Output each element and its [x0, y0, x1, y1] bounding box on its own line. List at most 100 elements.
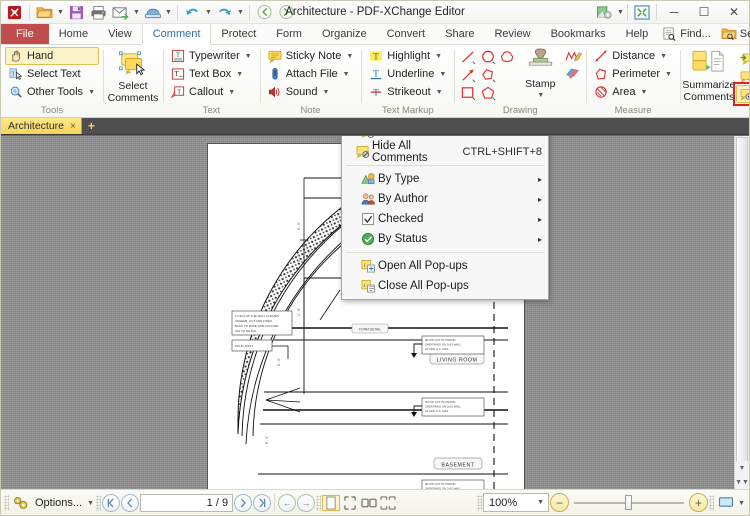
statusbar-grip-3[interactable]: [316, 494, 322, 511]
sticky-note-caret-icon[interactable]: ▼: [346, 53, 353, 60]
tab-review[interactable]: Review: [484, 24, 540, 44]
arrow-tool[interactable]: [458, 66, 478, 84]
rectangle-tool[interactable]: [458, 84, 478, 102]
plugins-dropdown-caret-icon[interactable]: ▼: [616, 2, 625, 22]
tab-form[interactable]: Form: [266, 24, 312, 44]
close-button[interactable]: ✕: [719, 1, 749, 24]
zoom-slider-knob[interactable]: [625, 495, 632, 510]
tab-organize[interactable]: Organize: [312, 24, 377, 44]
find-button[interactable]: Find...: [658, 25, 715, 44]
tab-help[interactable]: Help: [616, 24, 659, 44]
next-page-button[interactable]: [234, 493, 253, 512]
search-button[interactable]: Search...: [717, 25, 750, 44]
zoom-slider[interactable]: [570, 493, 688, 513]
zoom-level-input[interactable]: 100% ▼: [483, 493, 549, 512]
tab-bookmarks[interactable]: Bookmarks: [541, 24, 616, 44]
scroll-down-button[interactable]: ▼: [735, 461, 749, 475]
text-box-button[interactable]: T Text Box ▼: [167, 65, 256, 83]
tab-protect[interactable]: Protect: [211, 24, 266, 44]
show-comments-dropdown-menu[interactable]: ✓ Show All Comments CTRL+8 Hide All Comm…: [341, 136, 549, 300]
redo-icon[interactable]: [214, 2, 235, 22]
layout-two-page-button[interactable]: [360, 495, 378, 511]
minimize-button[interactable]: ─: [659, 1, 689, 24]
statusbar-grip-4[interactable]: [477, 494, 482, 511]
scroll-page-down-button[interactable]: ▼▼: [735, 475, 749, 489]
menu-item-close-all-popups[interactable]: i Close All Pop-ups: [342, 276, 548, 296]
stamp-button[interactable]: Stamp ▼: [517, 47, 563, 101]
next-view-button[interactable]: →: [297, 493, 316, 512]
attach-file-caret-icon[interactable]: ▼: [343, 71, 350, 78]
open-icon[interactable]: [34, 2, 55, 22]
menu-item-by-type[interactable]: By Type ▸: [342, 169, 548, 189]
forward-icon[interactable]: [276, 2, 297, 22]
tab-view[interactable]: View: [98, 24, 142, 44]
statusbar-grip-1[interactable]: [4, 494, 9, 511]
zoom-dropdown-caret-icon[interactable]: ▼: [537, 499, 544, 506]
back-icon[interactable]: [254, 2, 275, 22]
last-page-button[interactable]: [253, 493, 272, 512]
line-tool[interactable]: [458, 48, 478, 66]
vertical-scrollbar[interactable]: ▼ ▼▼: [734, 136, 749, 489]
underline-caret-icon[interactable]: ▼: [439, 71, 446, 78]
email-dropdown-caret-icon[interactable]: ▼: [132, 2, 141, 22]
callout-button[interactable]: T Callout ▼: [167, 83, 256, 101]
typewriter-button[interactable]: T Typewriter ▼: [167, 47, 256, 65]
stamp-caret-icon[interactable]: ▼: [537, 90, 544, 101]
perimeter-button[interactable]: Perimeter ▼: [590, 65, 676, 83]
print-icon[interactable]: [88, 2, 109, 22]
tab-comment[interactable]: Comment: [141, 24, 212, 45]
sound-button[interactable]: Sound ▼: [264, 83, 358, 101]
statusbar-grip-2[interactable]: [96, 494, 102, 511]
typewriter-caret-icon[interactable]: ▼: [245, 53, 252, 60]
fit-page-caret-icon[interactable]: ▼: [737, 493, 746, 513]
menu-item-by-status[interactable]: By Status ▸: [342, 229, 548, 249]
import-comments-button[interactable]: Import: [736, 49, 749, 67]
menu-item-by-author[interactable]: By Author ▸: [342, 189, 548, 209]
strikeout-caret-icon[interactable]: ▼: [436, 89, 443, 96]
previous-page-button[interactable]: [121, 493, 140, 512]
statusbar-grip-5[interactable]: [709, 494, 714, 511]
eraser-tool[interactable]: [564, 66, 582, 79]
scan-icon[interactable]: [142, 2, 163, 22]
first-page-button[interactable]: [102, 493, 121, 512]
cloud-tool[interactable]: [499, 47, 516, 65]
document-tab-architecture[interactable]: Architecture ×: [1, 118, 82, 134]
redo-dropdown-caret-icon[interactable]: ▼: [236, 2, 245, 22]
options-icon[interactable]: [10, 492, 31, 513]
export-comments-button[interactable]: Export: [736, 67, 749, 85]
fullscreen-icon[interactable]: [630, 2, 654, 22]
layout-single-page-button[interactable]: [322, 494, 341, 511]
vertical-scrollbar-thumb[interactable]: [736, 137, 748, 467]
open-dropdown-caret-icon[interactable]: ▼: [56, 2, 65, 22]
zoom-out-button[interactable]: −: [550, 493, 569, 512]
show-comments-button[interactable]: Show ▼: [735, 85, 749, 103]
save-icon[interactable]: [66, 2, 87, 22]
perimeter-caret-icon[interactable]: ▼: [665, 71, 672, 78]
ellipse-tool[interactable]: [478, 48, 498, 66]
tab-convert[interactable]: Convert: [377, 24, 436, 44]
tab-home[interactable]: Home: [49, 24, 98, 44]
new-tab-button[interactable]: +: [82, 118, 101, 134]
sticky-note-button[interactable]: Sticky Note ▼: [264, 47, 358, 65]
hand-tool-button[interactable]: Hand: [5, 47, 99, 65]
sound-caret-icon[interactable]: ▼: [323, 89, 330, 96]
strikeout-button[interactable]: T Strikeout ▼: [365, 83, 450, 101]
select-comments-button[interactable]: Select Comments: [107, 50, 159, 104]
menu-item-open-all-popups[interactable]: i Open All Pop-ups: [342, 256, 548, 276]
highlight-button[interactable]: T Highlight ▼: [365, 47, 450, 65]
options-label[interactable]: Options...: [32, 497, 85, 509]
maximize-button[interactable]: ☐: [689, 1, 719, 24]
email-icon[interactable]: [110, 2, 131, 22]
tab-share[interactable]: Share: [435, 24, 484, 44]
distance-caret-icon[interactable]: ▼: [660, 53, 667, 60]
text-box-caret-icon[interactable]: ▼: [236, 71, 243, 78]
underline-button[interactable]: T Underline ▼: [365, 65, 450, 83]
layout-two-page-continuous-button[interactable]: [379, 495, 397, 511]
zoom-in-button[interactable]: +: [689, 493, 708, 512]
other-tools-caret-icon[interactable]: ▼: [88, 89, 95, 96]
fit-page-button[interactable]: [715, 492, 736, 513]
pencil-tool[interactable]: [564, 49, 583, 64]
distance-button[interactable]: Distance ▼: [590, 47, 676, 65]
undo-icon[interactable]: [182, 2, 203, 22]
document-canvas[interactable]: 6' - 0" 8' - 0" 2' - 6" 8' - 0" 8' - 0" …: [1, 135, 749, 489]
